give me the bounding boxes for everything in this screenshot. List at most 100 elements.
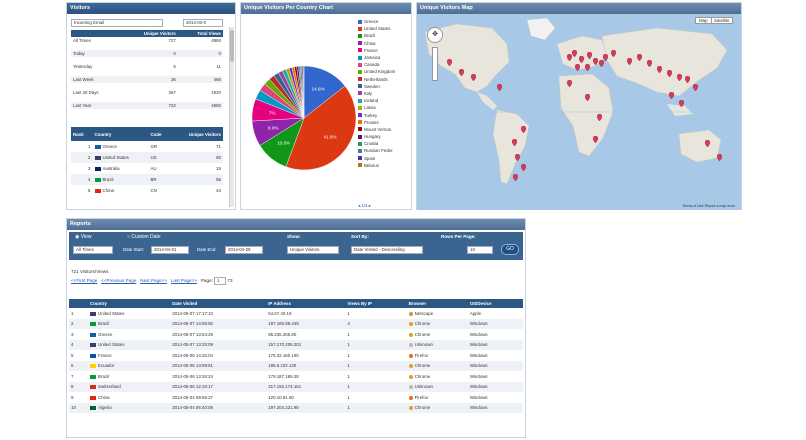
visitors-filter-select[interactable]: Incoming Email [71, 19, 163, 27]
legend-item[interactable]: Turkey [358, 111, 410, 118]
map-marker-icon[interactable] [514, 153, 521, 162]
zoom-slider[interactable] [432, 47, 438, 81]
map-marker-icon[interactable] [668, 91, 675, 100]
map-marker-icon[interactable] [716, 153, 723, 162]
legend-item[interactable]: Greece [358, 18, 410, 25]
map-marker-icon[interactable] [610, 49, 617, 58]
table-row[interactable]: 9 China 2014-05-04 09:56:27 120.10.91.60 1 Fi… [69, 392, 523, 403]
map-marker-icon[interactable] [571, 49, 578, 58]
legend-item[interactable]: Croatia [358, 140, 410, 147]
table-row[interactable]: 1 United States 2014-05-07 17:17:10 54.67.4… [69, 308, 523, 319]
table-row[interactable]: 7 Brazil 2014-05-06 13:26:24 179.187.189.28… [69, 371, 523, 382]
legend-item[interactable]: United States [358, 25, 410, 32]
legend-pager[interactable]: ◂ 1/4 ▸ [358, 203, 371, 209]
legend-item[interactable]: China [358, 40, 410, 47]
legend-swatch [358, 156, 362, 161]
map-marker-icon[interactable] [584, 63, 591, 72]
legend-item[interactable]: Hungary [358, 133, 410, 140]
country-row[interactable]: 4 Brazil BR 56 [71, 174, 223, 185]
table-row[interactable]: 10 Algeria 2014-05-04 06:40:08 197.204.221.… [69, 402, 523, 413]
map-marker-icon[interactable] [626, 57, 633, 66]
legend-item[interactable]: France [358, 47, 410, 54]
next-page-link[interactable]: Next Page>> [140, 278, 167, 283]
country-row[interactable]: 2 United States US 60 [71, 152, 223, 163]
rows-select[interactable]: 10 [467, 246, 493, 254]
legend-item[interactable]: Proxies [358, 119, 410, 126]
legend-item[interactable]: Latvia [358, 104, 410, 111]
map-marker-icon[interactable] [592, 135, 599, 144]
map-marker-icon[interactable] [586, 51, 593, 60]
country-row[interactable]: 5 China CN 44 [71, 185, 223, 196]
map-marker-icon[interactable] [684, 75, 691, 84]
country-row[interactable]: 3 Australia AU 15 [71, 163, 223, 174]
legend-item[interactable]: Sweden [358, 83, 410, 90]
map-marker-icon[interactable] [566, 79, 573, 88]
visitors-scrollbar[interactable] [229, 27, 234, 207]
map-marker-icon[interactable] [511, 138, 518, 147]
map-marker-icon[interactable] [584, 93, 591, 102]
map-zoom-control[interactable]: ✥ [427, 27, 443, 43]
table-row[interactable]: 8 Switzerland 2014-05-06 12:10:17 217.192.1… [69, 381, 523, 392]
map-marker-icon[interactable] [458, 68, 465, 77]
radio-custom-date[interactable]: ○ Custom Date [127, 234, 161, 240]
map-marker-icon[interactable] [692, 83, 699, 92]
legend-item[interactable]: Netherlands [358, 76, 410, 83]
map-marker-icon[interactable] [646, 59, 653, 68]
map-marker-icon[interactable] [598, 59, 605, 68]
map-marker-icon[interactable] [578, 55, 585, 64]
date-end-input[interactable]: 2014-04-29 [225, 246, 263, 254]
report-cell: 2014-05-07 13:54:29 [172, 331, 214, 337]
map-marker-icon[interactable] [602, 53, 609, 62]
legend-item[interactable]: Brazil [358, 32, 410, 39]
table-row[interactable]: 5 France 2014-05-06 14:25:04 176.32.160.190… [69, 350, 523, 361]
table-row[interactable]: 2 Brazil 2014-05-07 14:58:50 187.180.89.249… [69, 318, 523, 329]
date-start-input[interactable]: 2014-04-01 [151, 246, 189, 254]
show-select[interactable]: Unique Visitors [287, 246, 339, 254]
browser-icon [408, 343, 413, 348]
table-row[interactable]: 4 United States 2014-05-07 13:25:09 157.170… [69, 339, 523, 350]
sort-select[interactable]: Date Visited - Descending [351, 246, 423, 254]
country-row[interactable]: 1 Greece GR 71 [71, 141, 223, 152]
map-marker-icon[interactable] [592, 57, 599, 66]
map-marker-icon[interactable] [676, 73, 683, 82]
page-select[interactable]: 1 [214, 277, 227, 285]
map-marker-icon[interactable] [704, 139, 711, 148]
map-marker-icon[interactable] [574, 63, 581, 72]
date-start-label: Date Start: [123, 247, 144, 252]
legend-item[interactable]: Spain [358, 155, 410, 162]
go-button[interactable]: GO [501, 244, 519, 255]
map-marker-icon[interactable] [496, 83, 503, 92]
map-marker-icon[interactable] [446, 58, 453, 67]
map-marker-icon[interactable] [656, 65, 663, 74]
country-col-header: Code [150, 131, 162, 137]
period-select[interactable]: All Times [73, 246, 113, 254]
legend-item[interactable]: Canada [358, 61, 410, 68]
map-marker-icon[interactable] [636, 53, 643, 62]
map-button[interactable]: Map [695, 17, 712, 24]
legend-item[interactable]: Jamaica [358, 54, 410, 61]
map-marker-icon[interactable] [596, 113, 603, 122]
map-marker-icon[interactable] [678, 99, 685, 108]
legend-item[interactable]: Mount Vernon [358, 126, 410, 133]
map-marker-icon[interactable] [666, 69, 673, 78]
legend-item[interactable]: Iceland [358, 97, 410, 104]
prev-page-link[interactable]: <<Previous Page [101, 278, 136, 283]
visitors-date-select[interactable]: 2014-03-0 [183, 19, 223, 27]
legend-item[interactable]: United Kingdom [358, 68, 410, 75]
legend-item[interactable]: Belarus [358, 162, 410, 169]
legend-next-icon[interactable]: ▸ [368, 203, 371, 208]
legend-item[interactable]: Russian Feder. [358, 147, 410, 154]
last-page-link[interactable]: Last Page>> [171, 278, 197, 283]
map-marker-icon[interactable] [520, 125, 527, 134]
table-row[interactable]: 3 Greece 2014-05-07 13:54:29 85.235.255.80 1… [69, 329, 523, 340]
map-marker-icon[interactable] [470, 73, 477, 82]
map-marker-icon[interactable] [512, 173, 519, 182]
radio-view[interactable]: ◉ View [75, 234, 92, 240]
world-map[interactable] [417, 14, 741, 210]
map-marker-icon[interactable] [520, 163, 527, 172]
legend-item[interactable]: Italy [358, 90, 410, 97]
first-page-link[interactable]: <<First Page [71, 278, 97, 283]
visitors-scrollbar-thumb[interactable] [230, 30, 234, 62]
satellite-button[interactable]: Satellite [711, 17, 733, 24]
table-row[interactable]: 6 Ecuador 2014-05-06 13:59:51 186.5.222.130… [69, 360, 523, 371]
